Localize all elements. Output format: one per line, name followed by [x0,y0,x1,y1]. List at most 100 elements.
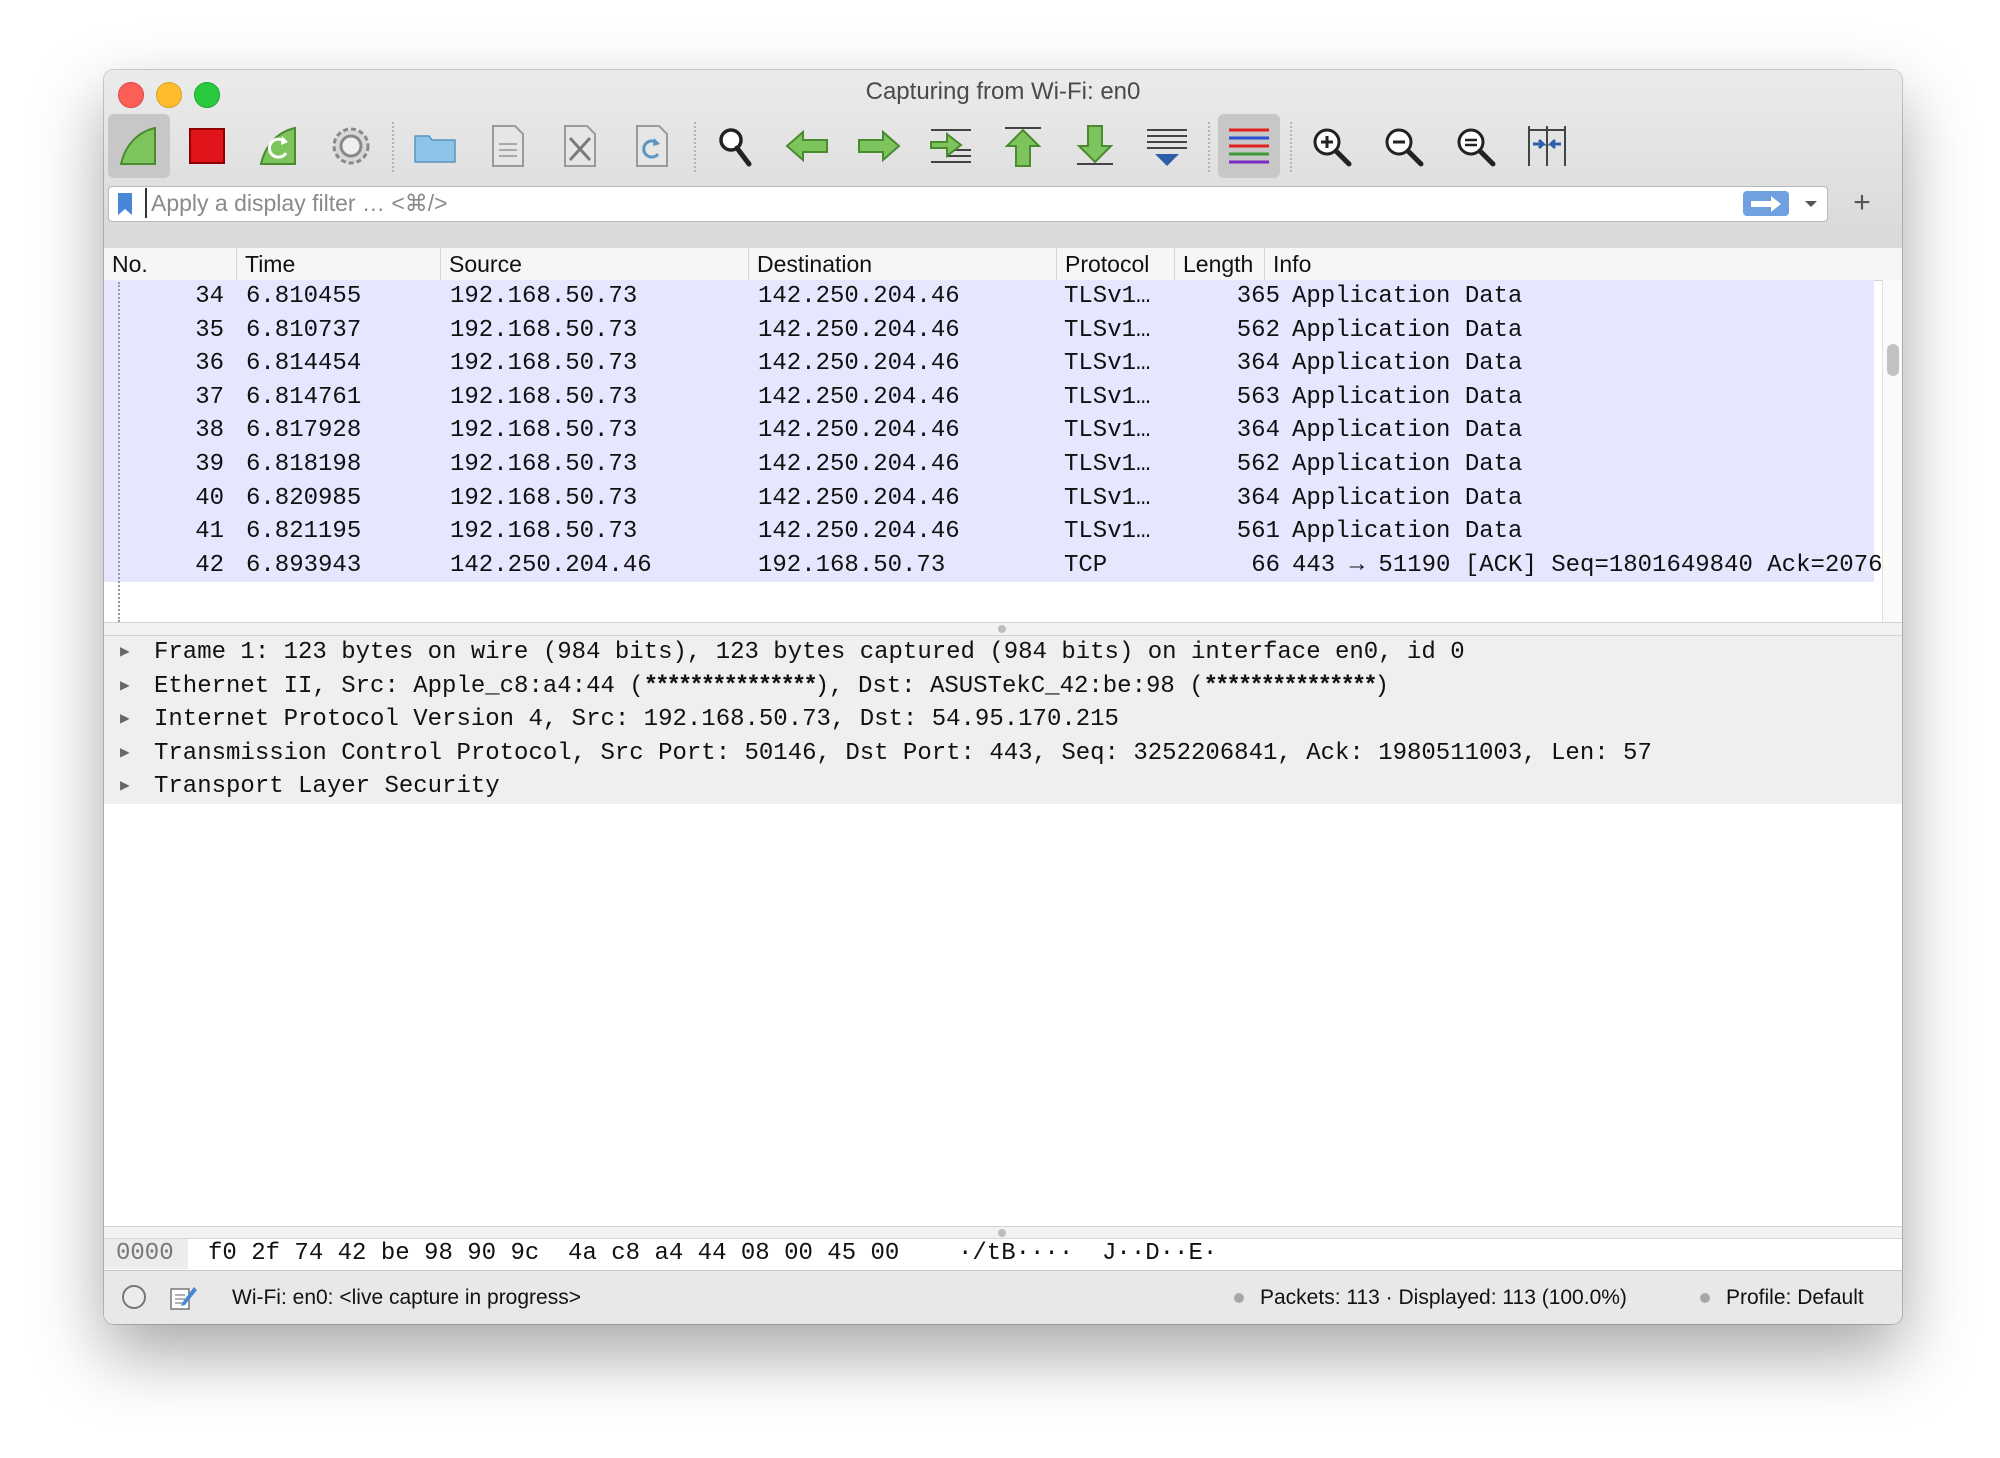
filter-history-dropdown[interactable] [1801,192,1821,216]
cell-time: 6.810737 [246,316,362,344]
cell-info: Application Data [1292,518,1523,546]
bytes-ascii[interactable]: ·/tB···· J··D··E· [958,1239,1217,1269]
save-file-button[interactable] [476,114,538,178]
expert-info-icon[interactable] [122,1285,146,1309]
status-bar: Wi-Fi: en0: <live capture in progress> P… [104,1270,1902,1324]
table-row[interactable]: 40 6.820985 192.168.50.73 142.250.204.46… [104,481,1874,516]
capture-comment-icon[interactable] [168,1283,198,1313]
splitter-handle[interactable] [998,1229,1006,1237]
disclosure-triangle-icon[interactable]: ▶ [120,670,140,704]
capture-options-button[interactable] [320,114,382,178]
cell-protocol: TLSv1… [1064,518,1151,546]
zoom-in-button[interactable] [1300,114,1362,178]
table-row[interactable]: 34 6.810455 192.168.50.73 142.250.204.46… [104,280,1874,314]
cell-time: 6.814454 [246,350,362,378]
reload-file-button[interactable] [620,114,682,178]
close-file-button[interactable] [548,114,610,178]
cell-destination: 142.250.204.46 [758,283,960,310]
column-header-source[interactable]: Source [440,248,748,280]
column-header-time[interactable]: Time [236,248,440,280]
cell-no: 37 [195,383,224,411]
cell-length: 66 [1251,551,1280,579]
cell-source: 142.250.204.46 [450,551,652,579]
display-filter-input[interactable] [145,188,1425,218]
detail-row-ethernet[interactable]: ▶ Ethernet II, Src: Apple_c8:a4:44 (****… [104,669,1902,704]
restart-capture-button[interactable] [248,114,310,178]
go-forward-button[interactable] [848,114,910,178]
status-dot [1234,1293,1244,1303]
cell-no: 41 [195,518,224,546]
table-row[interactable]: 38 6.817928 192.168.50.73 142.250.204.46… [104,414,1874,448]
cell-no: 42 [195,551,224,579]
autoscroll-button[interactable] [1136,114,1198,178]
column-header-info[interactable]: Info [1264,248,1902,280]
detail-row-tls[interactable]: ▶ Transport Layer Security [104,770,1902,804]
status-profile[interactable]: Profile: Default [1726,1271,1864,1324]
resize-columns-button[interactable] [1516,114,1578,178]
disclosure-triangle-icon[interactable]: ▶ [120,737,140,771]
start-capture-button[interactable] [108,114,170,178]
cell-source: 192.168.50.73 [450,383,638,411]
cell-no: 38 [195,417,224,445]
ethernet-suffix: ) [1374,672,1390,700]
cell-destination: 142.250.204.46 [758,451,960,478]
cell-length: 364 [1236,484,1280,512]
apply-filter-button[interactable] [1743,191,1789,216]
cell-destination: 142.250.204.46 [758,383,960,411]
toolbar-separator [694,122,696,172]
colorize-button[interactable] [1218,114,1280,178]
disclosure-triangle-icon[interactable]: ▶ [120,703,140,737]
autoscroll-icon [1147,129,1187,166]
table-row[interactable]: 42 6.893943 142.250.204.46 192.168.50.73… [104,548,1902,583]
close-file-icon [564,125,596,167]
add-filter-button[interactable]: + [1842,186,1882,220]
cell-time: 6.818198 [246,451,362,478]
column-header-length[interactable]: Length [1174,248,1264,280]
splitter-handle[interactable] [998,625,1006,633]
cell-info: Application Data [1292,350,1523,378]
toolbar-separator [392,122,394,172]
table-row[interactable]: 37 6.814761 192.168.50.73 142.250.204.46… [104,380,1874,415]
cell-time: 6.821195 [246,518,362,546]
last-packet-button[interactable] [1064,114,1126,178]
bytes-hex[interactable]: f0 2f 74 42 be 98 90 9c 4a c8 a4 44 08 0… [208,1239,899,1269]
cell-time: 6.893943 [246,551,362,579]
cell-no: 39 [195,451,224,478]
disclosure-triangle-icon[interactable]: ▶ [120,636,140,670]
scrollbar-thumb[interactable] [1887,344,1899,376]
normal-size-button[interactable] [1444,114,1506,178]
cell-source: 192.168.50.73 [450,417,638,445]
table-row[interactable]: 36 6.814454 192.168.50.73 142.250.204.46… [104,347,1874,381]
cell-destination: 142.250.204.46 [758,316,960,344]
cell-source: 192.168.50.73 [450,283,638,310]
go-back-button[interactable] [776,114,838,178]
packet-list-scrollbar[interactable] [1882,280,1902,622]
open-file-icon [414,135,456,163]
cell-time: 6.820985 [246,484,362,512]
disclosure-triangle-icon[interactable]: ▶ [120,770,140,804]
detail-row-ip[interactable]: ▶ Internet Protocol Version 4, Src: 192.… [104,703,1902,737]
table-row[interactable]: 39 6.818198 192.168.50.73 142.250.204.46… [104,448,1874,482]
stop-capture-button[interactable] [176,114,238,178]
cell-length: 364 [1236,417,1280,445]
find-packet-button[interactable] [704,114,766,178]
pane-splitter[interactable] [104,622,1902,636]
go-to-packet-button[interactable] [920,114,982,178]
cell-protocol: TLSv1… [1064,451,1151,478]
detail-row-tcp[interactable]: ▶ Transmission Control Protocol, Src Por… [104,736,1902,771]
column-header-no[interactable]: No. [104,248,236,280]
cell-info: Application Data [1292,417,1523,445]
open-file-button[interactable] [404,114,466,178]
start-capture-icon [119,126,156,165]
cell-no: 36 [195,350,224,378]
cell-no: 35 [195,316,224,344]
table-row[interactable]: 41 6.821195 192.168.50.73 142.250.204.46… [104,515,1874,549]
zoom-out-button[interactable] [1372,114,1434,178]
column-header-destination[interactable]: Destination [748,248,1056,280]
column-header-protocol[interactable]: Protocol [1056,248,1174,280]
save-file-icon [492,125,524,167]
first-packet-button[interactable] [992,114,1054,178]
table-row[interactable]: 35 6.810737 192.168.50.73 142.250.204.46… [104,313,1874,348]
bookmark-icon[interactable] [117,192,133,216]
detail-row-frame[interactable]: ▶ Frame 1: 123 bytes on wire (984 bits),… [104,636,1902,670]
